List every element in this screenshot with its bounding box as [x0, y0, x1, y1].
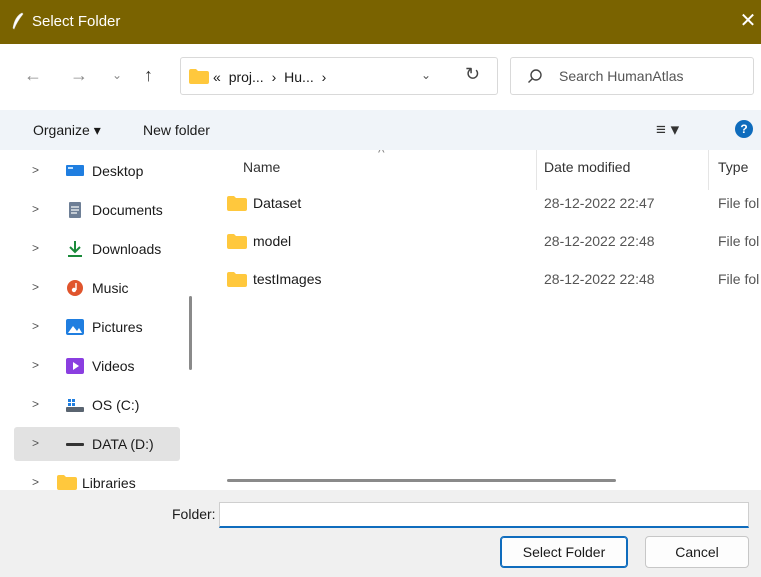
folder-icon — [227, 234, 247, 249]
dialog-footer: Folder: Select Folder Cancel — [0, 490, 761, 577]
sidebar-item-data-d[interactable]: > DATA (D:) — [14, 427, 180, 461]
sidebar-item-pictures[interactable]: > Pictures — [14, 310, 180, 344]
file-list: ^ Name Date modified Type Dataset 28-12-… — [205, 150, 761, 490]
expand-chevron-icon[interactable]: > — [32, 280, 39, 294]
list-item[interactable]: Dataset 28-12-2022 22:47 File fol — [205, 186, 761, 222]
feather-icon — [12, 12, 24, 30]
expand-chevron-icon[interactable]: > — [32, 319, 39, 333]
sidebar-item-label: DATA (D:) — [92, 436, 154, 452]
sort-ascending-icon: ^ — [378, 150, 385, 160]
folder-icon — [57, 475, 77, 490]
sidebar-item-os-c[interactable]: > OS (C:) — [14, 388, 180, 422]
search-icon — [528, 69, 542, 83]
help-icon[interactable]: ? — [735, 120, 753, 138]
file-date-modified: 28-12-2022 22:47 — [544, 195, 655, 211]
documents-icon — [69, 202, 81, 218]
cancel-button[interactable]: Cancel — [645, 536, 749, 568]
close-icon[interactable]: ✕ — [737, 10, 759, 32]
sidebar-item-label: Documents — [92, 202, 163, 218]
address-dropdown-icon[interactable]: ⌄ — [421, 68, 431, 82]
breadcrumb-overflow[interactable]: « — [213, 69, 221, 85]
view-options-icon[interactable]: ≡ ▾ — [656, 120, 679, 140]
command-toolbar: Organize ▾ New folder ≡ ▾ ? — [0, 110, 761, 150]
expand-chevron-icon[interactable]: > — [32, 202, 39, 216]
search-placeholder: Search HumanAtlas — [559, 68, 684, 84]
navigation-pane: > Desktop > Documents > Downloads > Musi… — [0, 150, 205, 490]
column-divider[interactable] — [536, 150, 537, 190]
music-icon — [67, 280, 83, 296]
sidebar-item-desktop[interactable]: > Desktop — [14, 154, 180, 188]
refresh-icon[interactable]: ↻ — [465, 64, 480, 85]
breadcrumb-item-proj[interactable]: proj... — [229, 69, 264, 85]
window-title: Select Folder — [32, 13, 121, 30]
sidebar-item-label: Downloads — [92, 241, 162, 257]
up-arrow-icon[interactable]: ↑ — [144, 65, 153, 86]
expand-chevron-icon[interactable]: > — [32, 241, 39, 255]
list-item[interactable]: model 28-12-2022 22:48 File fol — [205, 224, 761, 260]
column-header-name[interactable]: Name — [243, 159, 280, 175]
expand-chevron-icon[interactable]: > — [32, 475, 39, 489]
sidebar-item-libraries[interactable]: > Libraries — [0, 466, 166, 490]
file-name: testImages — [253, 271, 322, 287]
sidebar-item-label: Libraries — [82, 475, 136, 490]
folder-icon — [189, 69, 209, 84]
sidebar-item-documents[interactable]: > Documents — [14, 193, 180, 227]
horizontal-scrollbar[interactable] — [227, 479, 616, 482]
breadcrumb-item-hu[interactable]: Hu... — [284, 69, 314, 85]
file-type: File fol — [718, 195, 760, 211]
list-item[interactable]: testImages 28-12-2022 22:48 File fol — [205, 262, 761, 298]
folder-icon — [227, 196, 247, 211]
back-arrow-icon[interactable]: ← — [24, 65, 42, 86]
organize-menu-button[interactable]: Organize ▾ — [33, 122, 101, 139]
breadcrumb: « proj... › Hu... › — [213, 69, 330, 85]
column-divider[interactable] — [708, 150, 709, 190]
downloads-icon — [68, 241, 82, 257]
expand-chevron-icon[interactable]: > — [32, 163, 39, 177]
file-date-modified: 28-12-2022 22:48 — [544, 271, 655, 287]
breadcrumb-separator[interactable]: › — [272, 69, 277, 85]
file-type: File fol — [718, 271, 760, 287]
title-bar: Select Folder ✕ — [0, 0, 761, 44]
sidebar-item-label: OS (C:) — [92, 397, 140, 413]
sidebar-item-music[interactable]: > Music — [14, 271, 180, 305]
address-bar[interactable]: « proj... › Hu... › ⌄ ↻ — [180, 57, 498, 95]
file-type: File fol — [718, 233, 760, 249]
sidebar-item-label: Music — [92, 280, 129, 296]
forward-arrow-icon[interactable]: → — [70, 65, 88, 86]
pictures-icon — [66, 319, 84, 335]
breadcrumb-separator[interactable]: › — [322, 69, 327, 85]
file-name: Dataset — [253, 195, 302, 211]
sidebar-item-label: Pictures — [92, 319, 143, 335]
recent-locations-chevron-icon[interactable]: ⌄ — [112, 68, 122, 82]
search-box[interactable]: Search HumanAtlas — [510, 57, 754, 95]
sidebar-scrollbar[interactable] — [189, 296, 192, 370]
expand-chevron-icon[interactable]: > — [32, 358, 39, 372]
folder-icon — [227, 272, 247, 287]
sidebar-item-videos[interactable]: > Videos — [14, 349, 180, 383]
sidebar-item-label: Videos — [92, 358, 135, 374]
sidebar-item-downloads[interactable]: > Downloads — [14, 232, 180, 266]
select-folder-button[interactable]: Select Folder — [500, 536, 628, 568]
column-header-date-modified[interactable]: Date modified — [544, 159, 630, 175]
sidebar-item-label: Desktop — [92, 163, 144, 179]
expand-chevron-icon[interactable]: > — [32, 436, 39, 450]
drive-icon — [66, 443, 84, 446]
drive-icon — [66, 399, 84, 412]
expand-chevron-icon[interactable]: > — [32, 397, 39, 411]
videos-icon — [66, 358, 84, 374]
desktop-icon — [66, 165, 84, 176]
column-header-type[interactable]: Type — [718, 159, 748, 175]
folder-name-input[interactable] — [219, 502, 749, 528]
file-name: model — [253, 233, 292, 249]
file-date-modified: 28-12-2022 22:48 — [544, 233, 655, 249]
folder-label: Folder: — [172, 506, 216, 522]
new-folder-button[interactable]: New folder — [143, 122, 210, 138]
